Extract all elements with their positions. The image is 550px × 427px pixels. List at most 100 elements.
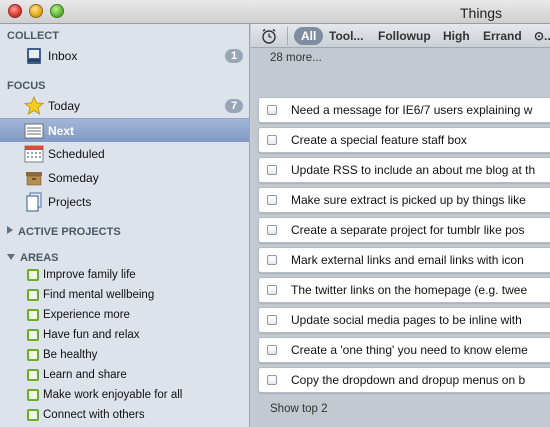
area-icon (27, 409, 39, 421)
area-label: Experience more (43, 309, 130, 321)
close-window-button[interactable] (8, 4, 22, 18)
sidebar-item-label: Next (48, 124, 75, 138)
area-label: Have fun and relax (43, 329, 140, 341)
todo-item[interactable]: The twitter links on the homepage (e.g. … (258, 277, 550, 303)
sidebar-item-today[interactable]: Today 7 (0, 94, 249, 118)
inbox-count-badge: 1 (225, 49, 243, 63)
area-label: Be healthy (43, 349, 98, 361)
minimize-window-button[interactable] (29, 4, 43, 18)
todo-title: Make sure extract is picked up by things… (291, 193, 526, 207)
tag-filter-more[interactable]: ⊙... (534, 29, 550, 43)
todo-checkbox[interactable] (267, 375, 277, 385)
area-label: Connect with others (43, 409, 145, 421)
todo-item[interactable]: Update RSS to include an about me blog a… (258, 157, 550, 183)
tag-filter-bar: All Tool... Followup High Errand ⊙... (251, 24, 550, 48)
todo-item[interactable]: Create a 'one thing' you need to know el… (258, 337, 550, 363)
todo-title: The twitter links on the homepage (e.g. … (291, 283, 528, 297)
todo-title: Update social media pages to be inline w… (291, 313, 522, 327)
sidebar-item-label: Inbox (48, 49, 78, 63)
sidebar-item-inbox[interactable]: Inbox 1 (0, 44, 249, 68)
todo-title: Create a separate project for tumblr lik… (291, 223, 525, 237)
today-count-badge: 7 (225, 99, 243, 113)
main-panel: All Tool... Followup High Errand ⊙... 28… (251, 24, 550, 427)
todo-checkbox[interactable] (267, 225, 277, 235)
todo-item[interactable]: Update social media pages to be inline w… (258, 307, 550, 333)
todo-title: Copy the dropdown and dropup menus on b (291, 373, 526, 387)
todo-checkbox[interactable] (267, 345, 277, 355)
sidebar-item-label: Scheduled (48, 147, 105, 161)
section-header-collect: COLLECT (7, 30, 59, 42)
toolbar-divider (287, 27, 288, 45)
todo-title: Create a special feature staff box (291, 133, 467, 147)
sidebar-area-item[interactable]: Learn and share (0, 366, 249, 386)
sidebar-item-label: Someday (48, 171, 99, 185)
todo-checkbox[interactable] (267, 165, 277, 175)
todo-title: Update RSS to include an about me blog a… (291, 163, 536, 177)
sidebar-area-item[interactable]: Make work enjoyable for all (0, 386, 249, 406)
todo-checkbox[interactable] (267, 105, 277, 115)
sidebar-item-projects[interactable]: Projects (0, 190, 249, 214)
title-bar: Things (0, 0, 550, 24)
tag-filter-high[interactable]: High (443, 29, 470, 43)
tag-filter-all[interactable]: All (294, 27, 324, 45)
sidebar-area-item[interactable]: Find mental wellbeing (0, 286, 249, 306)
section-header-label: ACTIVE PROJECTS (18, 226, 121, 238)
sidebar-item-someday[interactable]: Someday (0, 166, 249, 190)
section-header-label: AREAS (20, 252, 59, 264)
sidebar-item-label: Projects (48, 195, 92, 209)
sidebar-item-label: Today (48, 99, 81, 113)
inbox-tray-icon (24, 46, 44, 66)
todo-checkbox[interactable] (267, 135, 277, 145)
list-icon (24, 121, 44, 141)
todo-item[interactable]: Create a separate project for tumblr lik… (258, 217, 550, 243)
todo-title: Mark external links and email links with… (291, 253, 524, 267)
alarm-clock-icon[interactable] (261, 28, 277, 47)
show-top-link[interactable]: Show top 2 (270, 403, 328, 415)
disclosure-triangle-expanded-icon[interactable] (7, 254, 15, 260)
area-icon (27, 269, 39, 281)
section-header-focus: FOCUS (7, 80, 46, 92)
todo-item[interactable]: Copy the dropdown and dropup menus on b (258, 367, 550, 393)
todo-checkbox[interactable] (267, 255, 277, 265)
sidebar-area-item[interactable]: Experience more (0, 306, 249, 326)
todo-checkbox[interactable] (267, 315, 277, 325)
more-items-link[interactable]: 28 more... (270, 52, 322, 64)
sidebar-area-item[interactable]: Improve family life (0, 266, 249, 286)
star-icon (23, 95, 45, 116)
section-header-areas[interactable]: AREAS (7, 252, 59, 264)
todo-title: Need a message for IE6/7 users explainin… (291, 103, 533, 117)
area-label: Learn and share (43, 369, 127, 381)
area-label: Improve family life (43, 269, 136, 281)
sidebar-item-next[interactable]: Next (0, 118, 249, 142)
sidebar-area-item[interactable]: Be healthy (0, 346, 249, 366)
calendar-icon (24, 144, 44, 164)
area-icon (27, 309, 39, 321)
todo-item[interactable]: Need a message for IE6/7 users explainin… (258, 97, 550, 123)
area-icon (27, 389, 39, 401)
tag-filter-followup[interactable]: Followup (378, 29, 431, 43)
zoom-window-button[interactable] (50, 4, 64, 18)
todo-title: Create a 'one thing' you need to know el… (291, 343, 528, 357)
todo-checkbox[interactable] (267, 285, 277, 295)
sidebar-item-scheduled[interactable]: Scheduled (0, 142, 249, 166)
area-icon (27, 369, 39, 381)
area-icon (27, 349, 39, 361)
todo-checkbox[interactable] (267, 195, 277, 205)
area-label: Make work enjoyable for all (43, 389, 183, 401)
section-header-active-projects[interactable]: ACTIVE PROJECTS (7, 226, 121, 238)
documents-icon (24, 192, 44, 212)
sidebar: COLLECT Inbox 1 FOCUS Today 7 Next Sched… (0, 24, 250, 427)
disclosure-triangle-collapsed-icon[interactable] (7, 226, 13, 234)
area-icon (27, 329, 39, 341)
todo-item[interactable]: Make sure extract is picked up by things… (258, 187, 550, 213)
todo-item[interactable]: Mark external links and email links with… (258, 247, 550, 273)
box-icon (24, 168, 44, 188)
sidebar-area-item[interactable]: Connect with others (0, 406, 249, 426)
todo-item[interactable]: Create a special feature staff box (258, 127, 550, 153)
window-title: Things (460, 5, 503, 21)
area-label: Find mental wellbeing (43, 289, 155, 301)
sidebar-area-item[interactable]: Have fun and relax (0, 326, 249, 346)
tag-filter-errand[interactable]: Errand (483, 29, 522, 43)
tag-filter-tool[interactable]: Tool... (329, 29, 363, 43)
area-icon (27, 289, 39, 301)
